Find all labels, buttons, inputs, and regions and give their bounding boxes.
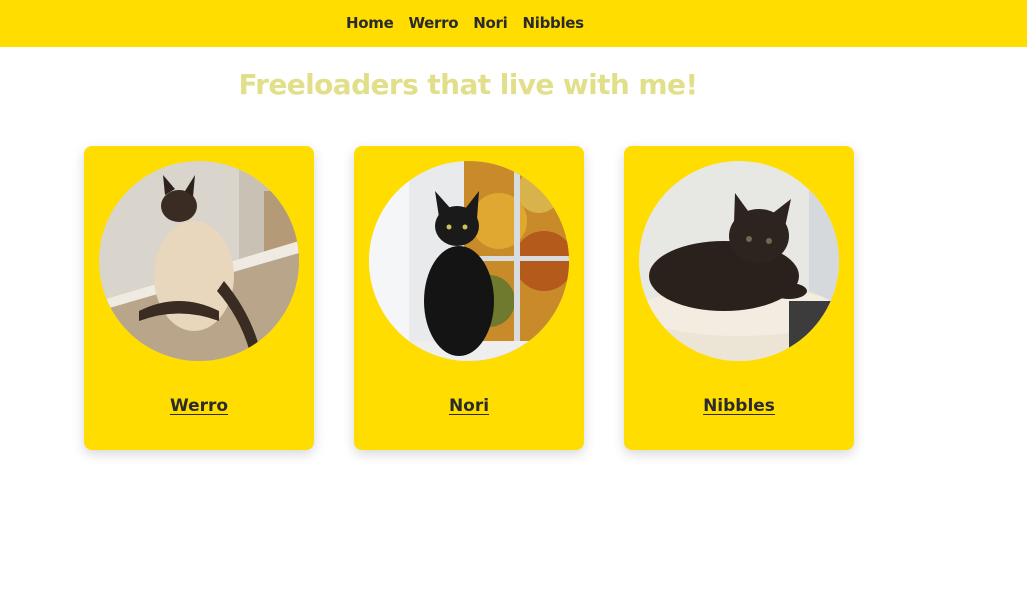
cat-card-nibbles: Nibbles (624, 146, 854, 450)
nav-link-nibbles[interactable]: Nibbles (522, 14, 584, 32)
cat-photo-werro[interactable] (99, 161, 299, 361)
top-navbar: Home Werro Nori Nibbles (0, 0, 1027, 47)
cat-link-nori[interactable]: Nori (354, 396, 584, 416)
cat-link-werro[interactable]: Werro (84, 396, 314, 416)
cat-card-nori: Nori (354, 146, 584, 450)
nav-link-home[interactable]: Home (346, 14, 394, 32)
cat-link-nibbles[interactable]: Nibbles (624, 396, 854, 416)
nav-link-nori[interactable]: Nori (473, 14, 508, 32)
page-title: Freeloaders that live with me! (238, 68, 698, 101)
cat-photo-nori[interactable] (369, 161, 569, 361)
nav-links: Home Werro Nori Nibbles (346, 14, 584, 32)
cat-card-werro: Werro (84, 146, 314, 450)
cat-photo-nibbles[interactable] (639, 161, 839, 361)
nav-link-werro[interactable]: Werro (408, 14, 458, 32)
